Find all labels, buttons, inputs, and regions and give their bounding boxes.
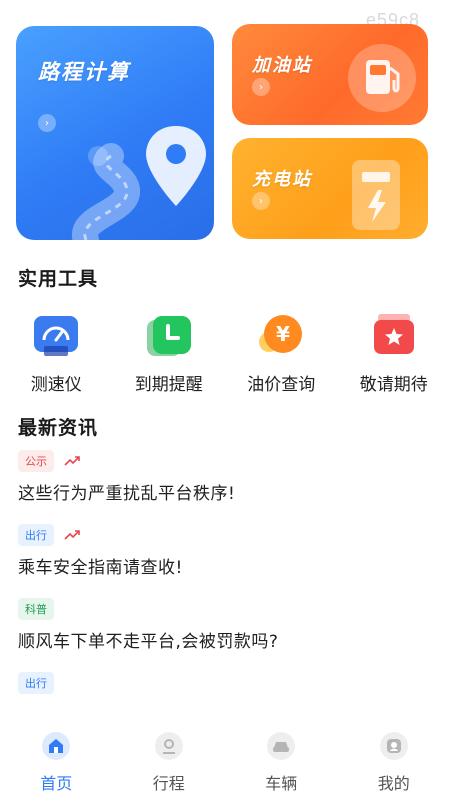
- news-list: 公示 这些行为严重扰乱平台秩序! 出行 乘车安全指南请查收! 科普 顺风车下单不…: [18, 450, 432, 708]
- home-icon: [42, 732, 71, 760]
- tools-grid: 测速仪 到期提醒 ¥ 油价查询 敬请期待: [0, 306, 450, 396]
- tab-trip-label: 行程: [152, 774, 185, 793]
- news-headline: 顺风车下单不走平台,会被罚款吗?: [18, 632, 279, 652]
- svg-text:¥: ¥: [276, 322, 290, 346]
- tool-oil-price[interactable]: ¥ 油价查询: [225, 306, 338, 396]
- tool-coming-soon[interactable]: 敬请期待: [338, 306, 450, 396]
- tab-home[interactable]: 首页: [0, 722, 113, 800]
- fuel-pump-icon: [348, 44, 416, 112]
- news-headline: 乘车安全指南请查收!: [18, 558, 183, 578]
- tool-speedometer[interactable]: 测速仪: [0, 306, 113, 396]
- tab-vehicle[interactable]: 车辆: [225, 722, 338, 800]
- tool-coming-soon-label: 敬请期待: [359, 375, 428, 395]
- clock-icon: [143, 310, 195, 362]
- ev-charger-icon: [352, 160, 400, 230]
- news-item[interactable]: 出行: [18, 672, 432, 694]
- trending-icon: [64, 530, 80, 540]
- yen-coin-icon: ¥: [255, 310, 307, 362]
- tool-expiry-reminder-label: 到期提醒: [134, 375, 203, 395]
- charging-station-title: 充电站: [252, 169, 312, 190]
- tool-oil-price-label: 油价查询: [247, 375, 316, 395]
- news-tag: 科普: [18, 598, 54, 620]
- charging-station-card[interactable]: 充电站 ›: [232, 138, 428, 239]
- speedometer-icon: [30, 310, 82, 362]
- news-item[interactable]: 公示 这些行为严重扰乱平台秩序!: [18, 450, 432, 504]
- news-tag: 公示: [18, 450, 54, 472]
- gas-station-title: 加油站: [252, 55, 312, 76]
- bottom-tab-bar: 首页 行程 车辆 我的: [0, 722, 450, 800]
- tab-profile[interactable]: 我的: [338, 722, 450, 800]
- charging-station-arrow-icon[interactable]: ›: [252, 192, 270, 210]
- news-item[interactable]: 科普 顺风车下单不走平台,会被罚款吗?: [18, 598, 432, 652]
- map-pin-road-icon: [72, 126, 206, 240]
- news-tag: 出行: [18, 524, 54, 546]
- tools-section-title: 实用工具: [18, 268, 99, 290]
- tab-home-label: 首页: [40, 774, 73, 793]
- star-box-icon: [368, 310, 420, 362]
- trending-icon: [64, 456, 80, 466]
- tool-speedometer-label: 测速仪: [30, 375, 82, 395]
- news-section-title: 最新资讯: [18, 417, 99, 439]
- trip-icon: [154, 732, 183, 760]
- tab-trip[interactable]: 行程: [113, 722, 226, 800]
- news-headline: 这些行为严重扰乱平台秩序!: [18, 484, 236, 504]
- gas-station-arrow-icon[interactable]: ›: [252, 78, 270, 96]
- tab-profile-label: 我的: [377, 774, 410, 793]
- tab-vehicle-label: 车辆: [265, 774, 298, 793]
- tool-expiry-reminder[interactable]: 到期提醒: [113, 306, 226, 396]
- route-calc-title: 路程计算: [38, 60, 130, 84]
- gas-station-card[interactable]: 加油站 ›: [232, 24, 428, 125]
- news-item[interactable]: 出行 乘车安全指南请查收!: [18, 524, 432, 578]
- news-tag: 出行: [18, 672, 54, 694]
- route-calc-card[interactable]: 路程计算 ›: [16, 26, 214, 240]
- profile-icon: [379, 732, 408, 760]
- car-icon: [267, 732, 296, 760]
